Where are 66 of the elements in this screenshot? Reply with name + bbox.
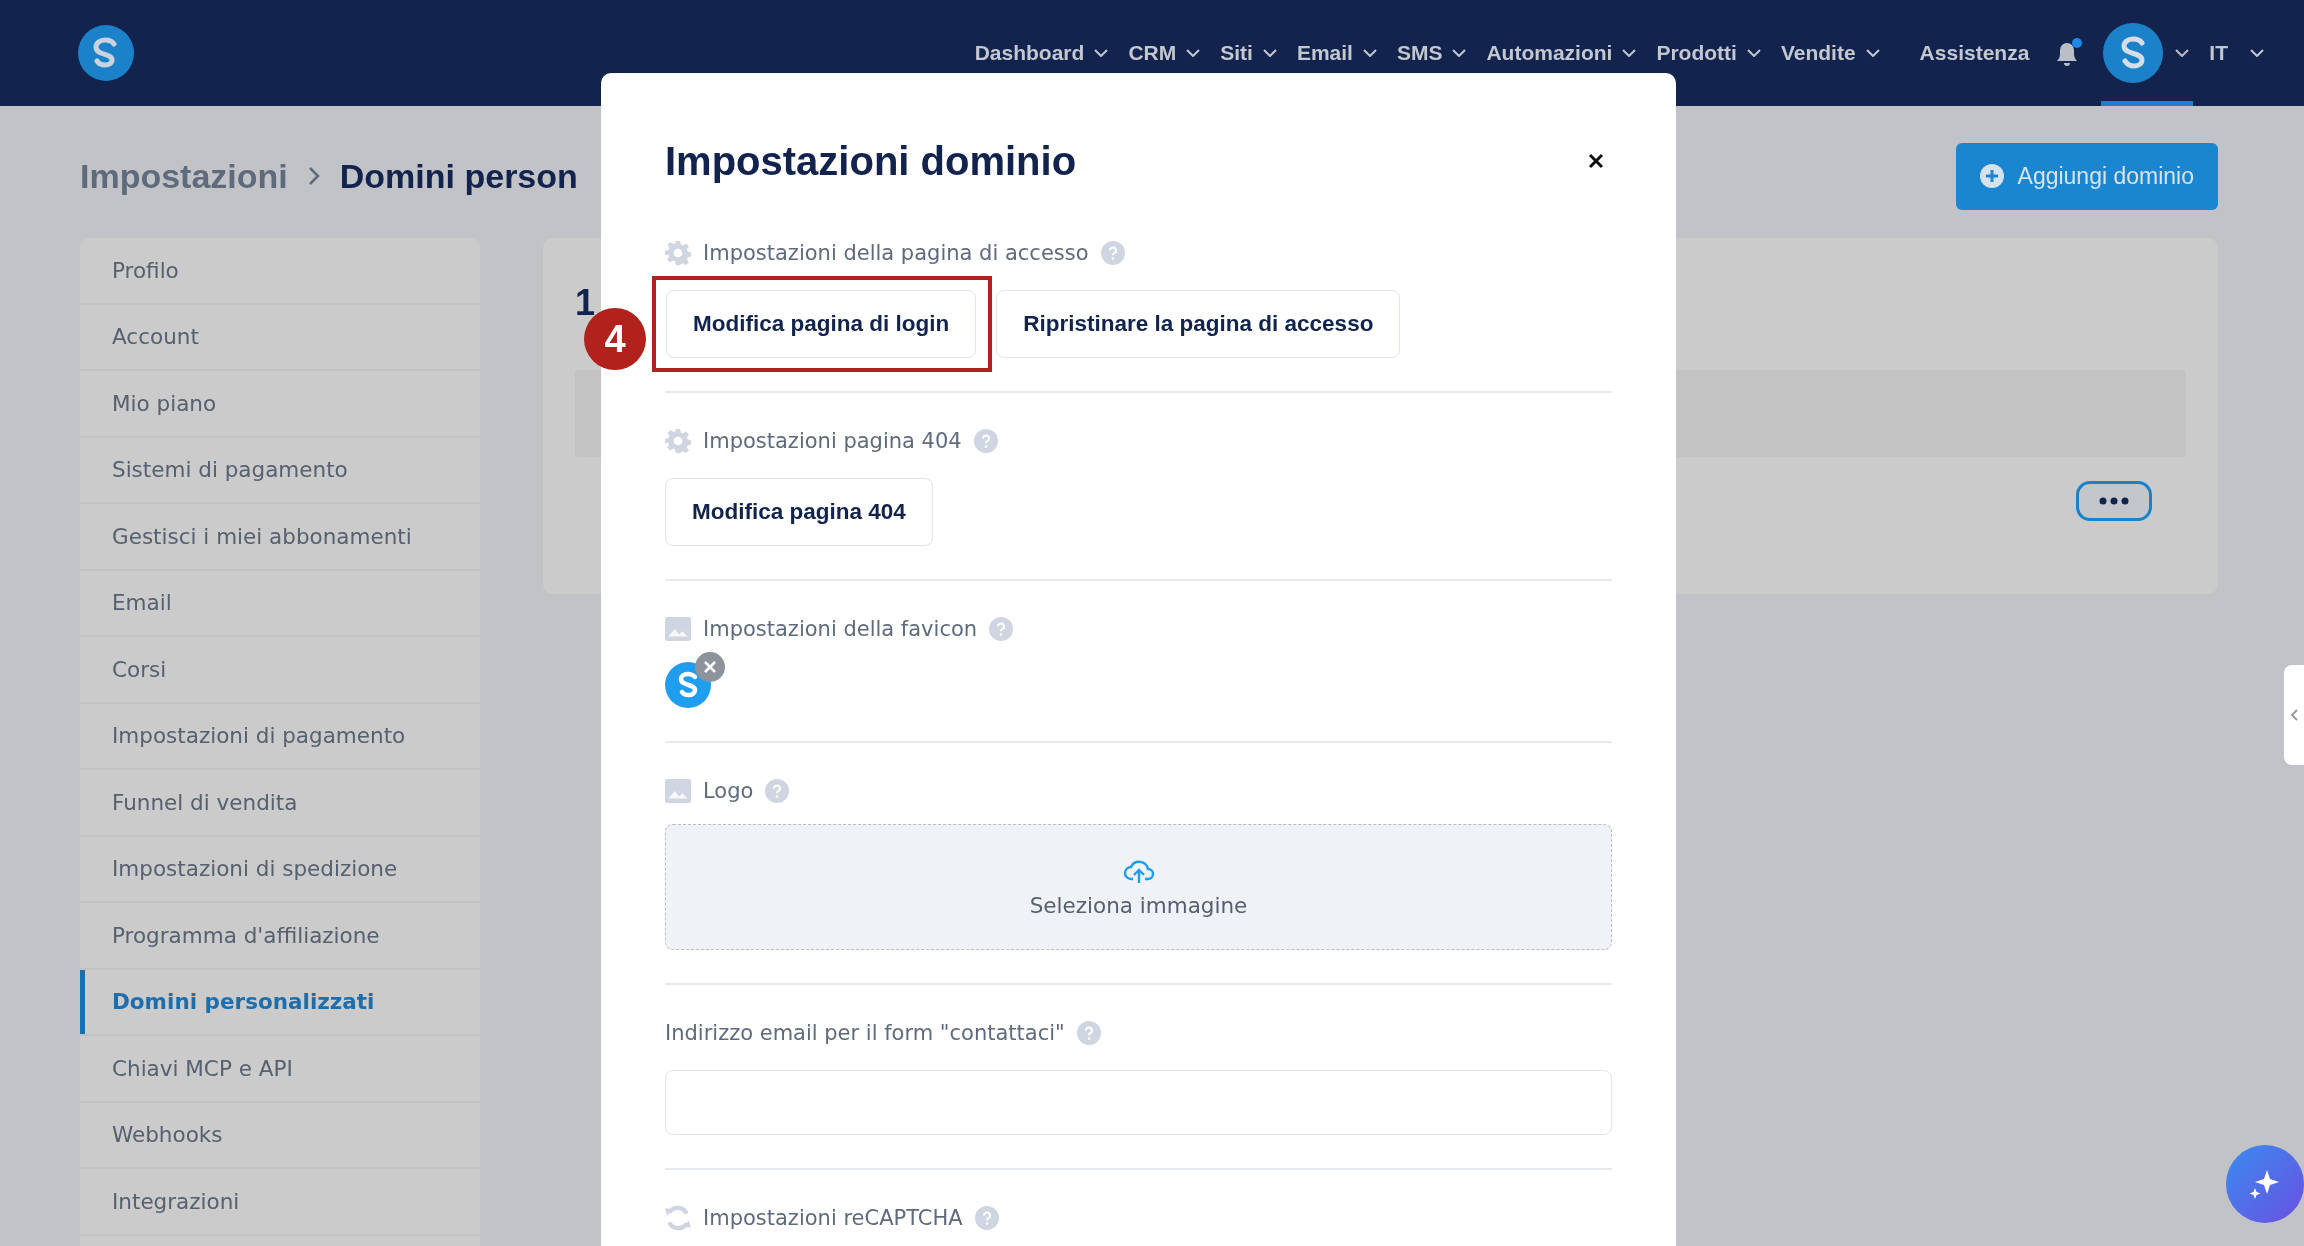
sidebar-item[interactable]: Funnel di vendita <box>80 770 480 837</box>
nav-menu-item[interactable]: Email <box>1296 41 1377 65</box>
chevron-icon[interactable] <box>2175 49 2190 57</box>
gear-icon <box>665 428 691 454</box>
gear-icon <box>665 240 691 266</box>
sidebar-item[interactable]: Impostazioni di pagamento <box>80 703 480 770</box>
dialog-title: Impostazioni dominio <box>665 138 1077 184</box>
sidebar-item[interactable]: Integrazioni <box>80 1169 480 1236</box>
remove-icon[interactable] <box>695 652 725 682</box>
section-label: Impostazioni della pagina di accesso <box>703 241 1089 265</box>
chevron-icon <box>1186 49 1201 57</box>
chevron-right-icon <box>307 166 320 186</box>
refresh-icon <box>665 1205 691 1231</box>
side-tab[interactable] <box>2284 665 2304 765</box>
section-label: Logo <box>703 779 754 803</box>
plus-icon <box>1979 164 2004 188</box>
sidebar-item[interactable]: Mio piano <box>80 371 480 438</box>
logo-icon[interactable] <box>78 25 134 81</box>
breadcrumb-link[interactable]: Impostazioni <box>80 156 288 196</box>
page-title: Domini person <box>339 156 578 196</box>
sidebar-item[interactable]: Impostazioni di spedizione <box>80 836 480 903</box>
image-icon <box>665 778 691 804</box>
sidebar-item[interactable]: Chiavi MCP e API <box>80 1036 480 1103</box>
nav-menu-item[interactable]: SMS <box>1396 41 1467 65</box>
nav-menu-item[interactable]: Dashboard <box>974 41 1109 65</box>
edit-page-button[interactable]: Modifica pagina 404 <box>665 478 933 546</box>
section-label: Indirizzo email per il form "contattaci" <box>665 1021 1065 1045</box>
edit-page-button[interactable]: Ripristinare la pagina di accesso <box>996 290 1401 358</box>
edit-page-button[interactable]: Modifica pagina di login <box>666 290 977 358</box>
sidebar-item[interactable]: Account <box>80 304 480 371</box>
close-icon[interactable] <box>1588 153 1604 169</box>
language-selector[interactable]: IT <box>2209 41 2264 65</box>
chevron-icon <box>1622 49 1637 57</box>
avatar-icon[interactable] <box>2103 23 2164 83</box>
chevron-icon <box>2250 49 2264 57</box>
chevron-icon <box>1746 49 1761 57</box>
nav-menu-item[interactable]: Automazioni <box>1486 41 1637 65</box>
image-upload-area[interactable]: Seleziona immagine <box>665 824 1612 950</box>
help-link[interactable]: Assistenza <box>1919 41 2030 65</box>
nav-menu-item[interactable]: Prodotti <box>1656 41 1761 65</box>
chevron-icon <box>1362 49 1377 57</box>
chevron-icon <box>1865 49 1880 57</box>
add-domain-button[interactable]: Aggiungi dominio <box>1955 142 2218 210</box>
sidebar-item[interactable]: Programma d'affiliazione <box>80 903 480 970</box>
email-input[interactable] <box>665 1070 1612 1135</box>
sidebar-item[interactable]: Email <box>80 570 480 637</box>
sidebar-item[interactable]: Gestisci i miei abbonamenti <box>80 504 480 571</box>
sidebar-item[interactable]: Webhooks <box>80 1102 480 1169</box>
more-options-button[interactable] <box>2076 481 2152 521</box>
section-label: Impostazioni pagina 404 <box>703 429 962 453</box>
sidebar-item[interactable]: Domini personalizzati <box>80 969 480 1036</box>
nav-menu-item[interactable]: Vendite <box>1780 41 1880 65</box>
caret-icon <box>2290 709 2298 721</box>
image-icon <box>665 616 691 642</box>
sidebar-item[interactable]: Sistemi di pagamento <box>80 437 480 504</box>
nav-menu-item[interactable]: Siti <box>1220 41 1277 65</box>
chevron-icon <box>1262 49 1277 57</box>
section-label: Impostazioni reCAPTCHA <box>703 1206 963 1230</box>
more-icon <box>2099 497 2129 505</box>
section-label: Impostazioni della favicon <box>703 617 978 641</box>
nav-menu-item[interactable]: CRM <box>1128 41 1201 65</box>
chevron-icon <box>1094 49 1109 57</box>
upload-label: Seleziona immagine <box>1029 892 1248 918</box>
sidebar-item[interactable]: Corsi <box>80 637 480 704</box>
chevron-icon <box>1452 49 1467 57</box>
sidebar-item[interactable]: Profilo <box>80 238 480 305</box>
